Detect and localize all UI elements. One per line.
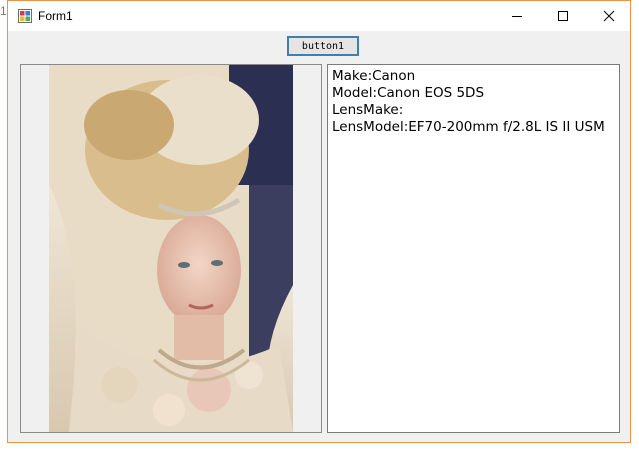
window-title: Form1 (38, 9, 73, 23)
title-bar[interactable]: Form1 (8, 1, 630, 31)
close-button[interactable] (586, 1, 632, 31)
portrait-photo (49, 65, 293, 432)
minimize-button[interactable] (494, 1, 540, 31)
maximize-button[interactable] (540, 1, 586, 31)
text-line-lensmake: LensMake: (332, 102, 404, 118)
form-app-icon (18, 9, 32, 23)
form1-window: Form1 button1 Make:Canon Model:Canon EOS… (7, 0, 631, 443)
maximize-icon (558, 11, 568, 21)
button1[interactable]: button1 (287, 36, 359, 56)
picture-box (20, 64, 322, 433)
metadata-textbox[interactable]: Make:Canon Model:Canon EOS 5DS LensMake:… (327, 64, 620, 433)
close-icon (603, 10, 615, 22)
text-line-lensmodel: LensModel:EF70-200mm f/2.8L IS II USM (332, 119, 605, 135)
text-line-make: Make:Canon (332, 68, 416, 84)
text-line-model: Model:Canon EOS 5DS (332, 85, 485, 101)
background-edge-text: 1 (0, 4, 7, 18)
minimize-icon (512, 16, 522, 17)
